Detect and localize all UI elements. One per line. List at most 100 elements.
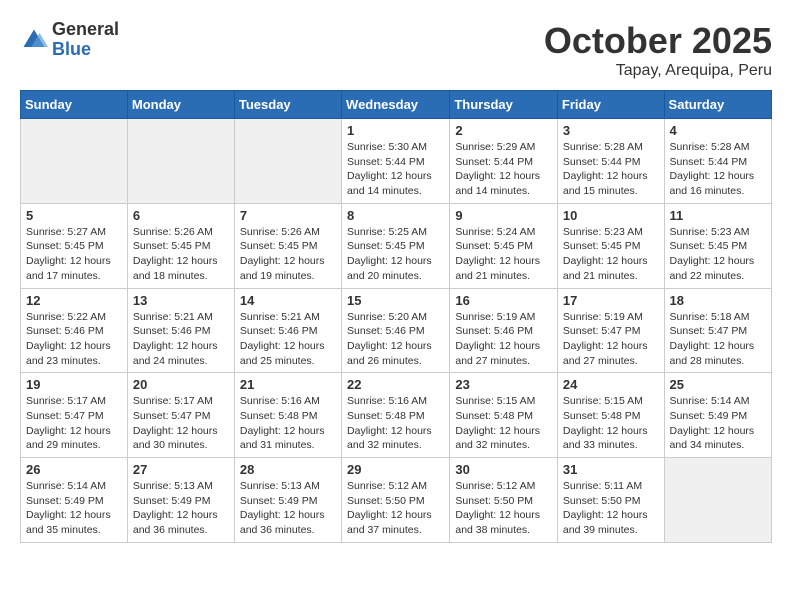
calendar-cell: 9 Sunrise: 5:24 AMSunset: 5:45 PMDayligh… [450, 203, 558, 288]
calendar-cell: 10 Sunrise: 5:23 AMSunset: 5:45 PMDaylig… [557, 203, 664, 288]
calendar-cell [664, 458, 771, 543]
day-info: Sunrise: 5:27 AMSunset: 5:45 PMDaylight:… [26, 225, 122, 284]
day-number: 27 [133, 462, 229, 477]
day-number: 18 [670, 293, 766, 308]
calendar-cell: 16 Sunrise: 5:19 AMSunset: 5:46 PMDaylig… [450, 288, 558, 373]
weekday-header: Saturday [664, 91, 771, 119]
day-info: Sunrise: 5:23 AMSunset: 5:45 PMDaylight:… [563, 225, 659, 284]
logo-icon [20, 26, 48, 54]
day-number: 6 [133, 208, 229, 223]
calendar-cell: 3 Sunrise: 5:28 AMSunset: 5:44 PMDayligh… [557, 119, 664, 204]
day-info: Sunrise: 5:24 AMSunset: 5:45 PMDaylight:… [455, 225, 552, 284]
day-number: 7 [240, 208, 336, 223]
weekday-header: Tuesday [234, 91, 341, 119]
calendar-cell: 2 Sunrise: 5:29 AMSunset: 5:44 PMDayligh… [450, 119, 558, 204]
calendar-cell [21, 119, 128, 204]
day-info: Sunrise: 5:12 AMSunset: 5:50 PMDaylight:… [455, 479, 552, 538]
day-number: 5 [26, 208, 122, 223]
day-number: 22 [347, 377, 444, 392]
day-number: 29 [347, 462, 444, 477]
day-info: Sunrise: 5:28 AMSunset: 5:44 PMDaylight:… [670, 140, 766, 199]
calendar-cell: 6 Sunrise: 5:26 AMSunset: 5:45 PMDayligh… [127, 203, 234, 288]
calendar-cell: 29 Sunrise: 5:12 AMSunset: 5:50 PMDaylig… [342, 458, 450, 543]
day-info: Sunrise: 5:30 AMSunset: 5:44 PMDaylight:… [347, 140, 444, 199]
calendar-cell [234, 119, 341, 204]
calendar-cell: 28 Sunrise: 5:13 AMSunset: 5:49 PMDaylig… [234, 458, 341, 543]
logo-blue: Blue [52, 40, 119, 60]
day-number: 3 [563, 123, 659, 138]
calendar-cell: 12 Sunrise: 5:22 AMSunset: 5:46 PMDaylig… [21, 288, 128, 373]
calendar-cell: 13 Sunrise: 5:21 AMSunset: 5:46 PMDaylig… [127, 288, 234, 373]
day-info: Sunrise: 5:16 AMSunset: 5:48 PMDaylight:… [347, 394, 444, 453]
calendar-cell: 30 Sunrise: 5:12 AMSunset: 5:50 PMDaylig… [450, 458, 558, 543]
day-number: 13 [133, 293, 229, 308]
calendar-cell: 25 Sunrise: 5:14 AMSunset: 5:49 PMDaylig… [664, 373, 771, 458]
location: Tapay, Arequipa, Peru [544, 62, 772, 80]
calendar-cell: 20 Sunrise: 5:17 AMSunset: 5:47 PMDaylig… [127, 373, 234, 458]
calendar-cell: 14 Sunrise: 5:21 AMSunset: 5:46 PMDaylig… [234, 288, 341, 373]
logo-text: General Blue [52, 20, 119, 60]
calendar-week-row: 12 Sunrise: 5:22 AMSunset: 5:46 PMDaylig… [21, 288, 772, 373]
day-number: 15 [347, 293, 444, 308]
day-info: Sunrise: 5:28 AMSunset: 5:44 PMDaylight:… [563, 140, 659, 199]
day-number: 14 [240, 293, 336, 308]
day-number: 20 [133, 377, 229, 392]
weekday-header: Thursday [450, 91, 558, 119]
title-block: October 2025 Tapay, Arequipa, Peru [544, 20, 772, 80]
day-number: 31 [563, 462, 659, 477]
day-info: Sunrise: 5:17 AMSunset: 5:47 PMDaylight:… [26, 394, 122, 453]
calendar-cell: 23 Sunrise: 5:15 AMSunset: 5:48 PMDaylig… [450, 373, 558, 458]
calendar-cell: 31 Sunrise: 5:11 AMSunset: 5:50 PMDaylig… [557, 458, 664, 543]
calendar-cell: 1 Sunrise: 5:30 AMSunset: 5:44 PMDayligh… [342, 119, 450, 204]
calendar-cell [127, 119, 234, 204]
day-number: 10 [563, 208, 659, 223]
day-info: Sunrise: 5:26 AMSunset: 5:45 PMDaylight:… [240, 225, 336, 284]
day-info: Sunrise: 5:25 AMSunset: 5:45 PMDaylight:… [347, 225, 444, 284]
day-info: Sunrise: 5:26 AMSunset: 5:45 PMDaylight:… [133, 225, 229, 284]
day-number: 26 [26, 462, 122, 477]
calendar-cell: 21 Sunrise: 5:16 AMSunset: 5:48 PMDaylig… [234, 373, 341, 458]
calendar-cell: 17 Sunrise: 5:19 AMSunset: 5:47 PMDaylig… [557, 288, 664, 373]
calendar-cell: 24 Sunrise: 5:15 AMSunset: 5:48 PMDaylig… [557, 373, 664, 458]
day-number: 28 [240, 462, 336, 477]
day-info: Sunrise: 5:13 AMSunset: 5:49 PMDaylight:… [133, 479, 229, 538]
calendar-week-row: 26 Sunrise: 5:14 AMSunset: 5:49 PMDaylig… [21, 458, 772, 543]
day-number: 25 [670, 377, 766, 392]
calendar-cell: 15 Sunrise: 5:20 AMSunset: 5:46 PMDaylig… [342, 288, 450, 373]
day-number: 30 [455, 462, 552, 477]
day-info: Sunrise: 5:22 AMSunset: 5:46 PMDaylight:… [26, 310, 122, 369]
calendar-cell: 5 Sunrise: 5:27 AMSunset: 5:45 PMDayligh… [21, 203, 128, 288]
calendar-week-row: 1 Sunrise: 5:30 AMSunset: 5:44 PMDayligh… [21, 119, 772, 204]
day-number: 4 [670, 123, 766, 138]
day-number: 19 [26, 377, 122, 392]
calendar-week-row: 19 Sunrise: 5:17 AMSunset: 5:47 PMDaylig… [21, 373, 772, 458]
calendar-cell: 27 Sunrise: 5:13 AMSunset: 5:49 PMDaylig… [127, 458, 234, 543]
logo: General Blue [20, 20, 119, 60]
calendar-cell: 7 Sunrise: 5:26 AMSunset: 5:45 PMDayligh… [234, 203, 341, 288]
month-title: October 2025 [544, 20, 772, 62]
calendar-week-row: 5 Sunrise: 5:27 AMSunset: 5:45 PMDayligh… [21, 203, 772, 288]
calendar-cell: 8 Sunrise: 5:25 AMSunset: 5:45 PMDayligh… [342, 203, 450, 288]
day-info: Sunrise: 5:11 AMSunset: 5:50 PMDaylight:… [563, 479, 659, 538]
day-info: Sunrise: 5:15 AMSunset: 5:48 PMDaylight:… [455, 394, 552, 453]
day-info: Sunrise: 5:21 AMSunset: 5:46 PMDaylight:… [133, 310, 229, 369]
logo-general: General [52, 20, 119, 40]
day-number: 2 [455, 123, 552, 138]
calendar-cell: 4 Sunrise: 5:28 AMSunset: 5:44 PMDayligh… [664, 119, 771, 204]
day-number: 1 [347, 123, 444, 138]
day-number: 23 [455, 377, 552, 392]
weekday-header: Friday [557, 91, 664, 119]
day-info: Sunrise: 5:29 AMSunset: 5:44 PMDaylight:… [455, 140, 552, 199]
day-info: Sunrise: 5:14 AMSunset: 5:49 PMDaylight:… [26, 479, 122, 538]
day-number: 24 [563, 377, 659, 392]
day-info: Sunrise: 5:18 AMSunset: 5:47 PMDaylight:… [670, 310, 766, 369]
calendar-cell: 19 Sunrise: 5:17 AMSunset: 5:47 PMDaylig… [21, 373, 128, 458]
day-info: Sunrise: 5:23 AMSunset: 5:45 PMDaylight:… [670, 225, 766, 284]
day-info: Sunrise: 5:14 AMSunset: 5:49 PMDaylight:… [670, 394, 766, 453]
calendar-cell: 26 Sunrise: 5:14 AMSunset: 5:49 PMDaylig… [21, 458, 128, 543]
calendar-cell: 18 Sunrise: 5:18 AMSunset: 5:47 PMDaylig… [664, 288, 771, 373]
calendar-cell: 22 Sunrise: 5:16 AMSunset: 5:48 PMDaylig… [342, 373, 450, 458]
day-info: Sunrise: 5:12 AMSunset: 5:50 PMDaylight:… [347, 479, 444, 538]
day-number: 16 [455, 293, 552, 308]
day-info: Sunrise: 5:19 AMSunset: 5:46 PMDaylight:… [455, 310, 552, 369]
